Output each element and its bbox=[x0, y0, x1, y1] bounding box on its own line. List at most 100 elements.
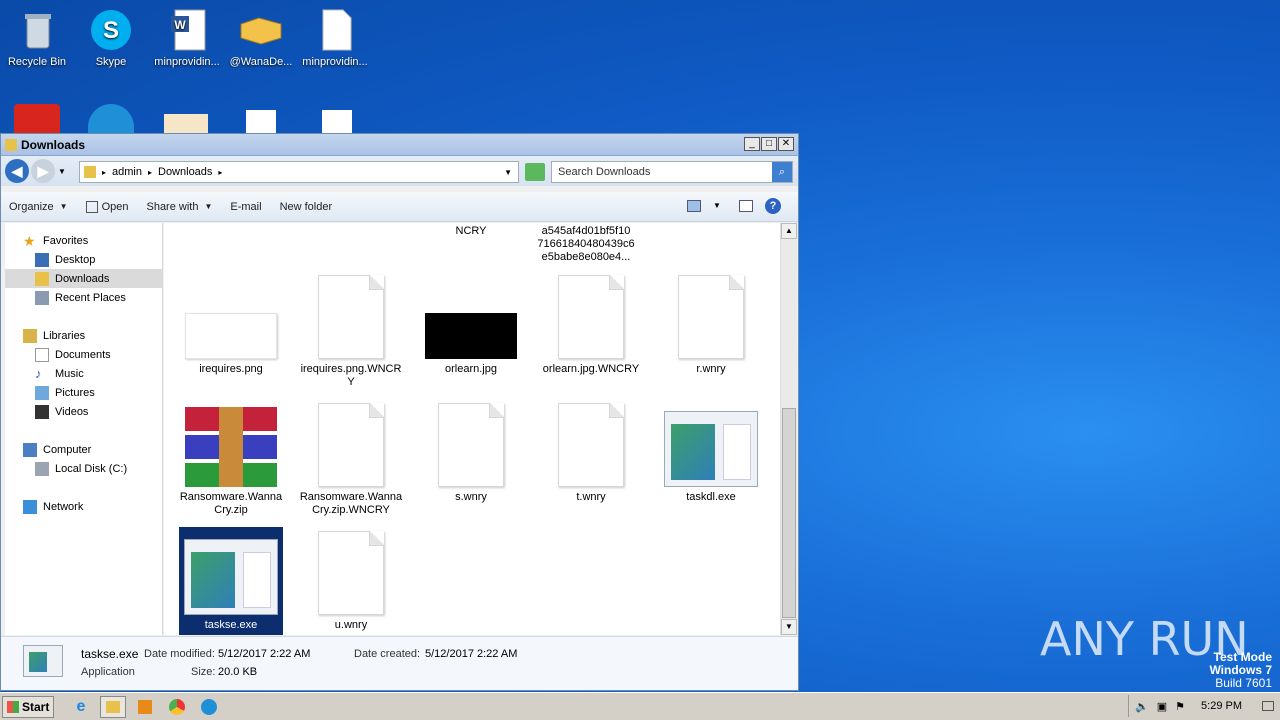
nav-network[interactable]: Network bbox=[5, 497, 162, 516]
view-options-icon[interactable] bbox=[687, 200, 701, 212]
open-icon bbox=[85, 200, 98, 213]
address-dropdown-icon[interactable]: ▼ bbox=[504, 168, 512, 177]
nav-desktop[interactable]: Desktop bbox=[5, 250, 162, 269]
nav-computer[interactable]: Computer bbox=[5, 440, 162, 459]
breadcrumb-admin[interactable]: admin bbox=[112, 166, 142, 178]
desktop-icon-blank-file[interactable]: minprovidin... bbox=[298, 8, 372, 68]
file-item[interactable]: taskdl.exe bbox=[659, 399, 763, 504]
file-list: NCRY a545af4d01bf5f10 71661840480439c6 e… bbox=[164, 223, 780, 635]
desktop-icon-skype[interactable]: S Skype bbox=[74, 8, 148, 68]
file-item[interactable]: irequires.png.WNCRY bbox=[299, 271, 403, 389]
internet-explorer-icon[interactable]: e bbox=[68, 696, 94, 718]
winrar-archive-icon bbox=[185, 407, 277, 487]
desktop-icon-recycle-bin[interactable]: Recycle Bin bbox=[0, 8, 74, 68]
file-item[interactable]: u.wnry bbox=[299, 527, 403, 632]
details-pane: taskse.exe Application Date modified: 5/… bbox=[1, 636, 798, 690]
back-button[interactable]: ◀ bbox=[5, 159, 29, 183]
file-item[interactable]: orlearn.jpg.WNCRY bbox=[539, 271, 643, 376]
nav-documents[interactable]: Documents bbox=[5, 345, 162, 364]
folder-icon bbox=[5, 138, 17, 151]
edge-taskbar-icon[interactable] bbox=[196, 696, 222, 718]
recycle-bin-icon bbox=[15, 8, 59, 52]
generic-file-icon bbox=[558, 275, 624, 359]
volume-icon[interactable]: 🔈 bbox=[1135, 700, 1149, 713]
close-button[interactable]: ✕ bbox=[778, 137, 794, 151]
network-tray-icon[interactable]: ▣ bbox=[1157, 700, 1167, 713]
file-item[interactable]: t.wnry bbox=[539, 399, 643, 504]
system-tray: 🔈 ▣ ⚑ 5:29 PM bbox=[1128, 695, 1280, 717]
nav-favorites[interactable]: ★ Favorites bbox=[5, 231, 162, 250]
address-field[interactable]: ▸ admin ▸ Downloads ▸ ▼ bbox=[79, 161, 519, 183]
application-exe-icon bbox=[184, 539, 278, 615]
refresh-icon[interactable] bbox=[525, 163, 545, 181]
nav-downloads[interactable]: Downloads bbox=[5, 269, 162, 288]
show-desktop-button[interactable] bbox=[1262, 701, 1274, 711]
share-with-button[interactable]: Share with ▼ bbox=[146, 201, 212, 213]
nav-videos[interactable]: Videos bbox=[5, 402, 162, 421]
nav-pictures[interactable]: Pictures bbox=[5, 383, 162, 402]
view-dropdown-icon[interactable]: ▼ bbox=[713, 201, 721, 210]
media-player-icon[interactable] bbox=[132, 696, 158, 718]
scroll-up-button[interactable]: ▲ bbox=[781, 223, 797, 239]
file-item-selected[interactable]: taskse.exe bbox=[179, 527, 283, 635]
taskbar: Start e 🔈 ▣ ⚑ 5:29 PM bbox=[0, 692, 1280, 720]
nav-music[interactable]: ♪ Music bbox=[5, 364, 162, 383]
minimize-button[interactable]: _ bbox=[744, 137, 760, 151]
edge-icon[interactable] bbox=[88, 104, 134, 134]
nav-libraries[interactable]: Libraries bbox=[5, 326, 162, 345]
scroll-thumb[interactable] bbox=[782, 408, 796, 618]
search-input[interactable]: Search Downloads ⌕ bbox=[551, 161, 793, 183]
file-item[interactable]: irequires.png bbox=[179, 271, 283, 376]
application-exe-icon bbox=[664, 411, 758, 487]
jpg-thumbnail bbox=[425, 313, 517, 359]
folder-icon bbox=[84, 166, 96, 178]
organize-button[interactable]: Organize ▼ bbox=[9, 201, 68, 213]
generic-file-icon bbox=[678, 275, 744, 359]
maximize-button[interactable]: □ bbox=[761, 137, 777, 151]
file-item[interactable]: s.wnry bbox=[419, 399, 523, 504]
computer-icon bbox=[23, 442, 37, 457]
forward-button[interactable]: ▶ bbox=[31, 159, 55, 183]
file-item[interactable]: Ransomware.WannaCry.zip.WNCRY bbox=[299, 399, 403, 517]
desktop-icon-wanadecryptor[interactable]: @WanaDe... bbox=[224, 8, 298, 68]
blank-file-icon-3[interactable] bbox=[322, 110, 352, 134]
window-titlebar[interactable]: Downloads _ □ ✕ bbox=[1, 134, 798, 156]
nav-recent-places[interactable]: Recent Places bbox=[5, 288, 162, 307]
desktop-icon-word-doc-1[interactable]: W minprovidin... bbox=[150, 8, 224, 68]
file-item[interactable]: Ransomware.WannaCry.zip bbox=[179, 399, 283, 517]
svg-text:W: W bbox=[174, 18, 186, 32]
file-item[interactable]: r.wnry bbox=[659, 271, 763, 376]
scroll-down-button[interactable]: ▼ bbox=[781, 619, 797, 635]
clock[interactable]: 5:29 PM bbox=[1201, 700, 1242, 712]
windows-logo-icon bbox=[7, 700, 19, 713]
network-icon bbox=[23, 499, 37, 514]
details-modified-value: 5/12/2017 2:22 AM bbox=[218, 648, 311, 660]
pictures-icon bbox=[35, 385, 49, 400]
email-button[interactable]: E-mail bbox=[230, 201, 261, 213]
preview-pane-icon[interactable] bbox=[739, 200, 753, 212]
action-center-flag-icon[interactable]: ⚑ bbox=[1175, 700, 1185, 713]
new-folder-button[interactable]: New folder bbox=[280, 201, 333, 213]
open-button[interactable]: Open bbox=[85, 200, 128, 213]
selected-file-thumbnail-icon bbox=[23, 645, 63, 677]
partial-file-name-1[interactable]: NCRY bbox=[419, 225, 523, 237]
vertical-scrollbar[interactable]: ▲ ▼ bbox=[780, 223, 797, 635]
pdf-reader-icon[interactable] bbox=[14, 104, 60, 134]
help-icon[interactable]: ? bbox=[765, 198, 781, 214]
nav-local-disk[interactable]: Local Disk (C:) bbox=[5, 459, 162, 478]
partial-file-name-2[interactable]: a545af4d01bf5f10 71661840480439c6 e5babe… bbox=[534, 225, 638, 264]
recent-pages-chevron-icon[interactable]: ▼ bbox=[58, 167, 66, 176]
chrome-icon[interactable] bbox=[164, 696, 190, 718]
handshake-icon bbox=[239, 8, 283, 52]
details-size-label: Size: bbox=[191, 666, 216, 678]
explorer-taskbar-icon[interactable] bbox=[100, 695, 126, 718]
blank-file-icon bbox=[313, 8, 357, 52]
breadcrumb-downloads[interactable]: Downloads bbox=[158, 166, 212, 178]
flower-image-icon[interactable] bbox=[164, 114, 208, 134]
start-button[interactable]: Start bbox=[2, 695, 54, 718]
blank-file-icon-2[interactable] bbox=[246, 110, 276, 134]
svg-text:S: S bbox=[103, 17, 119, 44]
drive-icon bbox=[35, 461, 49, 476]
search-icon[interactable]: ⌕ bbox=[772, 162, 792, 182]
file-item[interactable]: orlearn.jpg bbox=[419, 271, 523, 376]
